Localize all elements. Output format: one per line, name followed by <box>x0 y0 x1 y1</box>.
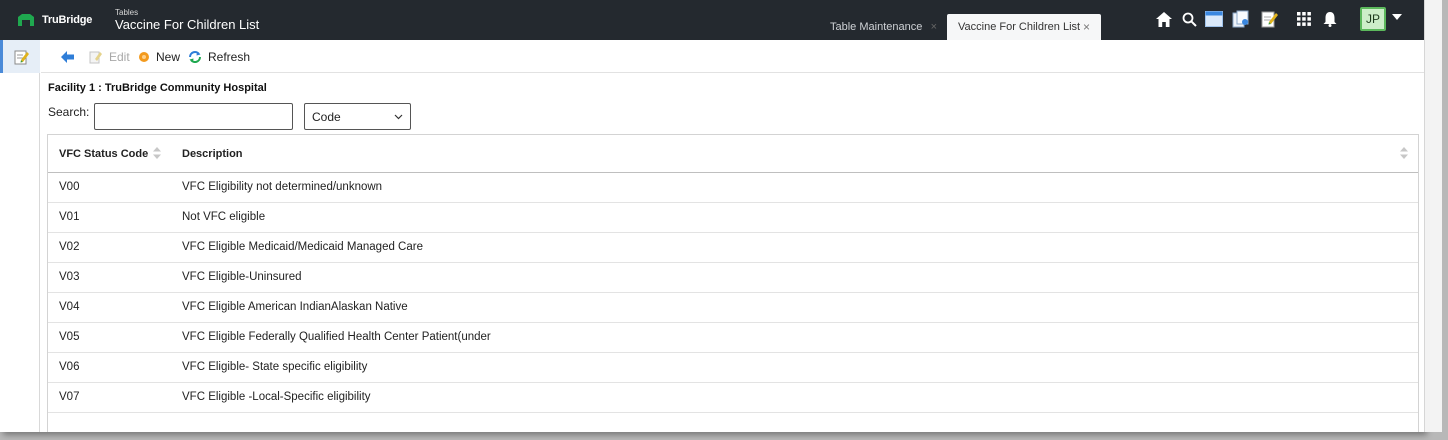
cell-description: VFC Eligible Federally Qualified Health … <box>182 331 491 343</box>
edit-button[interactable]: Edit <box>89 48 130 66</box>
table-row[interactable]: V06 VFC Eligible- State specific eligibi… <box>48 352 1418 383</box>
back-button[interactable] <box>61 48 81 66</box>
cell-code: V05 <box>59 331 80 343</box>
documents-icon[interactable] <box>1232 10 1250 28</box>
cell-description: VFC Eligible-Uninsured <box>182 271 302 283</box>
refresh-icon <box>189 51 201 63</box>
table-row[interactable]: V02 VFC Eligible Medicaid/Medicaid Manag… <box>48 232 1418 263</box>
cell-code: V02 <box>59 241 80 253</box>
app-window: TruBridge Tables Vaccine For Children Li… <box>0 0 1424 432</box>
page-titles: Tables Vaccine For Children List <box>115 8 259 33</box>
section-title: Tables <box>115 8 139 17</box>
notes-icon[interactable] <box>1261 10 1279 28</box>
cell-description: VFC Eligible -Local-Specific eligibility <box>182 391 371 403</box>
table-row[interactable]: V04 VFC Eligible American IndianAlaskan … <box>48 292 1418 323</box>
table-header: VFC Status Code Description <box>48 135 1418 173</box>
search-icon[interactable] <box>1180 10 1198 28</box>
top-header: TruBridge Tables Vaccine For Children Li… <box>0 0 1424 40</box>
refresh-label: Refresh <box>208 50 251 64</box>
table-row[interactable]: V01 Not VFC eligible <box>48 202 1418 233</box>
cell-description: VFC Eligible American IndianAlaskan Nati… <box>182 301 408 313</box>
bell-icon[interactable] <box>1321 10 1339 28</box>
window-edge <box>1424 0 1442 432</box>
user-avatar[interactable]: JP <box>1360 7 1386 31</box>
window-icon[interactable] <box>1205 10 1223 28</box>
cell-description: VFC Eligible- State specific eligibility <box>182 361 368 373</box>
cell-code: V06 <box>59 361 80 373</box>
search-field-select[interactable]: Code <box>304 103 411 130</box>
chevron-down-icon[interactable] <box>1392 14 1402 20</box>
cell-code: V01 <box>59 211 80 223</box>
close-icon[interactable]: × <box>931 21 937 33</box>
trubridge-logo[interactable]: TruBridge <box>18 11 92 29</box>
apps-grid-icon[interactable] <box>1295 10 1313 28</box>
new-icon <box>139 52 149 62</box>
column-header-description[interactable]: Description <box>182 135 243 172</box>
cell-code: V04 <box>59 301 80 313</box>
trubridge-logo-mark-icon <box>18 14 34 26</box>
column-header-vfc-status-code[interactable]: VFC Status Code <box>59 135 148 172</box>
refresh-button[interactable]: Refresh <box>188 48 250 66</box>
table-row[interactable]: V00 VFC Eligibility not determined/unkno… <box>48 172 1418 203</box>
tab-label: Table Maintenance <box>830 21 923 33</box>
close-icon[interactable]: × <box>1083 20 1090 34</box>
new-button[interactable]: New <box>138 48 180 66</box>
sort-icon[interactable] <box>1400 147 1408 159</box>
logo-text: TruBridge <box>42 14 93 26</box>
page-title: Vaccine For Children List <box>115 17 260 32</box>
cell-description: VFC Eligible Medicaid/Medicaid Managed C… <box>182 241 423 253</box>
tab-vaccine-for-children-list[interactable]: Vaccine For Children List × <box>947 14 1101 40</box>
vfc-table: VFC Status Code Description V00 VFC Elig… <box>47 134 1419 432</box>
left-sidebar <box>0 40 40 432</box>
cell-code: V07 <box>59 391 80 403</box>
new-label: New <box>156 50 181 64</box>
facility-heading: Facility 1 : TruBridge Community Hospita… <box>48 82 267 94</box>
tab-table-maintenance[interactable]: Table Maintenance × <box>820 14 945 40</box>
table-row[interactable]: V05 VFC Eligible Federally Qualified Hea… <box>48 322 1418 353</box>
arrow-left-icon <box>61 51 74 63</box>
table-row[interactable]: V07 VFC Eligible -Local-Specific eligibi… <box>48 382 1418 413</box>
search-input[interactable] <box>94 103 293 130</box>
cell-code: V03 <box>59 271 80 283</box>
tab-label: Vaccine For Children List <box>958 21 1081 33</box>
edit-icon <box>89 51 102 64</box>
sort-icon[interactable] <box>153 147 161 159</box>
cell-code: V00 <box>59 181 80 193</box>
cell-description: Not VFC eligible <box>182 211 266 223</box>
select-value: Code <box>312 109 341 124</box>
edit-document-icon <box>14 50 29 64</box>
table-row[interactable]: V03 VFC Eligible-Uninsured <box>48 262 1418 293</box>
edit-label: Edit <box>109 50 130 64</box>
cell-description: VFC Eligibility not determined/unknown <box>182 181 383 193</box>
sidebar-item-tables[interactable] <box>0 40 40 73</box>
toolbar: Edit New Refresh <box>41 40 1424 73</box>
chevron-down-icon <box>394 114 403 120</box>
home-icon[interactable] <box>1155 10 1173 28</box>
search-label: Search: <box>48 105 90 119</box>
